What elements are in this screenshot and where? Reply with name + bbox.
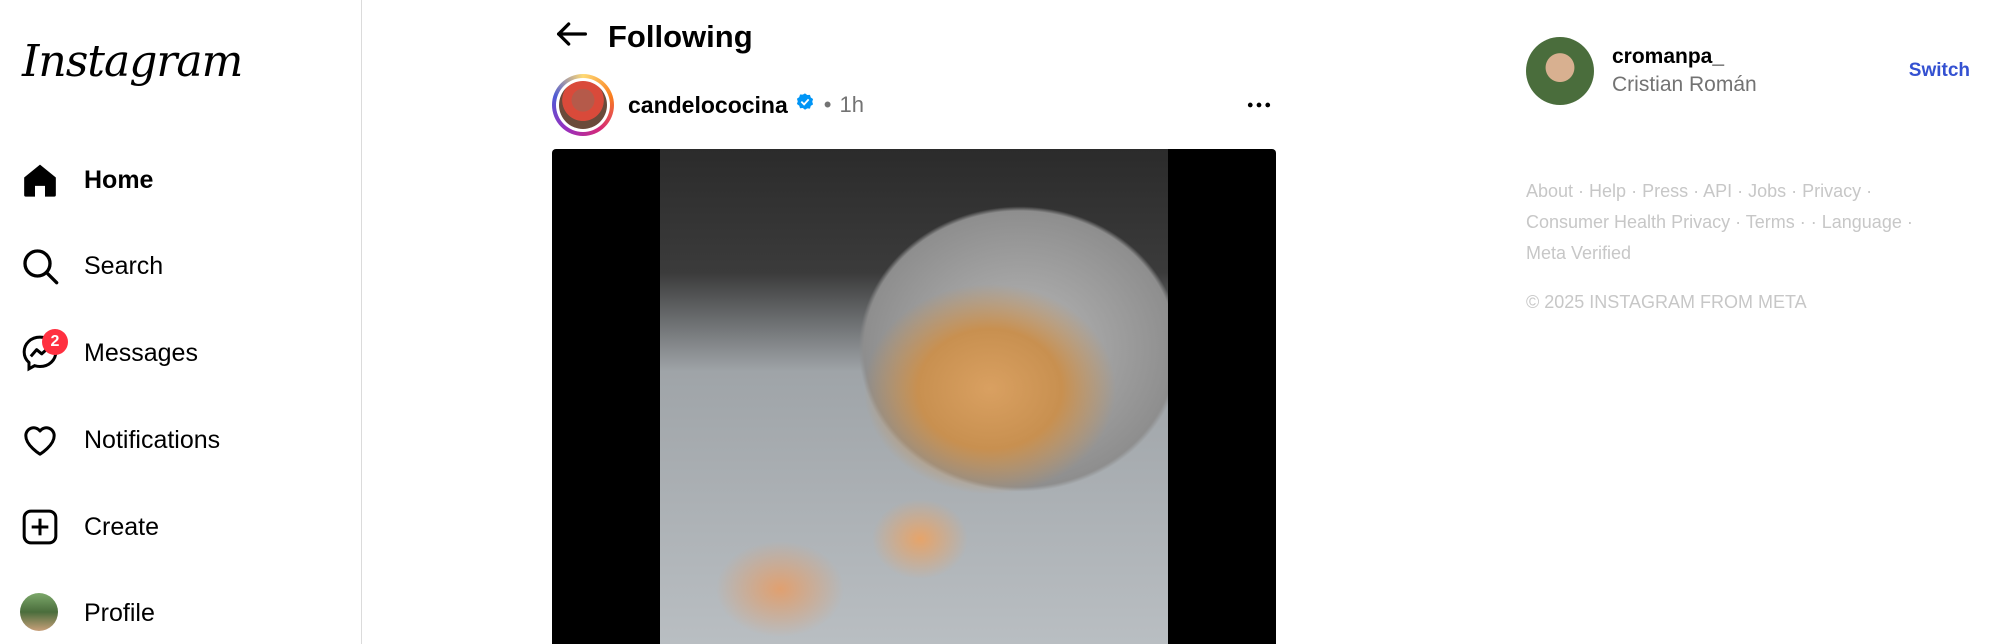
sidebar-item-label: Profile [84, 598, 155, 627]
footer-link-press[interactable]: Press [1642, 181, 1688, 201]
instagram-logo[interactable]: Instagram [22, 36, 243, 87]
sidebar-item-create[interactable]: Create [20, 499, 159, 555]
verified-badge-icon [794, 92, 816, 119]
footer-link-help[interactable]: Help [1589, 181, 1626, 201]
current-user-username[interactable]: cromanpa_ [1612, 45, 1757, 69]
copyright-text: © 2025 INSTAGRAM FROM META [1526, 292, 1807, 312]
sidebar: Instagram Home Search 2 Messages Notific… [0, 0, 362, 644]
post-media-video[interactable] [552, 149, 1276, 644]
current-user-avatar[interactable] [1526, 37, 1594, 105]
search-icon [20, 246, 60, 286]
sidebar-item-profile[interactable]: Profile [20, 585, 155, 641]
sidebar-item-label: Home [84, 165, 154, 194]
plus-square-icon [20, 507, 60, 547]
sidebar-item-home[interactable]: Home [20, 152, 153, 208]
current-user-fullname: Cristian Román [1612, 73, 1757, 96]
post-author-avatar[interactable] [552, 74, 614, 136]
sidebar-item-notifications[interactable]: Notifications [20, 412, 220, 468]
sidebar-item-search[interactable]: Search [20, 238, 163, 294]
video-frame [660, 149, 1168, 644]
feed-header: Following [552, 14, 753, 59]
switch-account-link[interactable]: Switch [1909, 60, 1970, 82]
sidebar-item-label: Notifications [84, 425, 221, 454]
sidebar-item-label: Messages [84, 338, 198, 367]
sidebar-item-label: Search [84, 251, 164, 280]
footer-link-about[interactable]: About [1526, 181, 1573, 201]
footer-link-terms[interactable]: Terms [1746, 212, 1795, 232]
home-icon [20, 160, 60, 200]
footer-link-jobs[interactable]: Jobs [1748, 181, 1786, 201]
back-arrow-icon[interactable] [552, 14, 592, 59]
current-user-card: cromanpa_ Cristian Román Switch [1526, 36, 1970, 106]
post-username[interactable]: candelococina [628, 92, 788, 119]
profile-avatar [20, 593, 60, 633]
sidebar-item-messages[interactable]: 2 Messages [20, 325, 198, 381]
post-timestamp: 1h [839, 92, 864, 117]
footer-link-api[interactable]: API [1703, 181, 1732, 201]
page-title: Following [608, 18, 753, 54]
post-header: candelococina • 1h [552, 74, 1274, 136]
more-options-icon[interactable] [1244, 90, 1274, 125]
footer-link-meta-verified[interactable]: Meta Verified [1526, 243, 1631, 263]
heart-icon [20, 420, 60, 460]
avatar [20, 593, 58, 631]
footer-link-language[interactable]: Language [1822, 212, 1902, 232]
messenger-icon: 2 [20, 329, 68, 373]
messages-badge: 2 [42, 329, 68, 355]
post-separator: • [823, 92, 832, 117]
footer-link-consumer-health-privacy[interactable]: Consumer Health Privacy [1526, 212, 1730, 232]
footer-link-privacy[interactable]: Privacy [1802, 181, 1861, 201]
footer-links: About · Help · Press · API · Jobs · Priv… [1526, 181, 1913, 263]
sidebar-item-label: Create [84, 512, 160, 541]
